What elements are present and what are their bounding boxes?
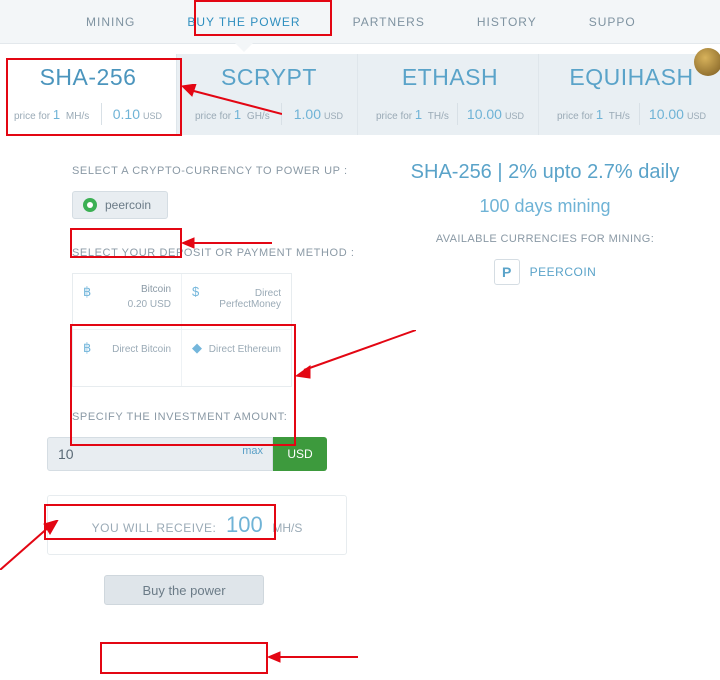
payment-direct-bitcoin[interactable]: ฿ Direct Bitcoin <box>73 330 182 386</box>
algo-card-ethash[interactable]: ETHASH price for 1 TH/s 10.00USD <box>362 54 539 135</box>
summary-subtitle: 100 days mining <box>392 196 698 217</box>
payment-perfectmoney[interactable]: $ Direct PerfectMoney <box>182 274 291 330</box>
algo-tabs: SHA-256 price for 1 MH/s 0.10USD SCRYPT … <box>0 54 720 135</box>
payment-bitcoin[interactable]: ฿ Bitcoin 0.20 USD <box>73 274 182 330</box>
receive-box: YOU WILL RECEIVE: 100 MH/S <box>47 495 347 555</box>
bitcoin-icon: ฿ <box>83 284 91 300</box>
nav-buy-the-power[interactable]: BUY THE POWER <box>161 0 326 43</box>
nav-mining[interactable]: MINING <box>60 0 161 43</box>
label-specify-amount: SPECIFY THE INVESTMENT AMOUNT: <box>72 411 376 423</box>
algo-title: SCRYPT <box>195 64 343 91</box>
crypto-selector[interactable]: peercoin <box>72 191 168 219</box>
top-nav: MINING BUY THE POWER PARTNERS HISTORY SU… <box>0 0 720 44</box>
algo-card-sha256[interactable]: SHA-256 price for 1 MH/s 0.10USD <box>0 54 177 135</box>
right-column: SHA-256 | 2% upto 2.7% daily 100 days mi… <box>382 153 708 605</box>
algo-card-scrypt[interactable]: SCRYPT price for 1 GH/s 1.00USD <box>181 54 358 135</box>
max-link[interactable]: max <box>242 445 263 457</box>
highlight-buy <box>100 642 268 674</box>
amount-unit: USD <box>273 437 327 471</box>
algo-meta: price for 1 MH/s 0.10USD <box>14 103 162 125</box>
label-select-payment: SELECT YOUR DEPOSIT OR PAYMENT METHOD : <box>72 247 376 259</box>
amount-row: max USD <box>47 437 327 471</box>
peercoin-box-icon: P <box>494 259 520 285</box>
buy-power-button[interactable]: Buy the power <box>104 575 264 605</box>
payment-direct-ethereum[interactable]: ◆ Direct Ethereum <box>182 330 291 386</box>
available-coin[interactable]: P PEERCOIN <box>392 259 698 285</box>
available-label: AVAILABLE CURRENCIES FOR MINING: <box>392 233 698 245</box>
arrow-buy <box>268 650 358 667</box>
payment-grid: ฿ Bitcoin 0.20 USD $ Direct PerfectMoney… <box>72 273 292 387</box>
nav-partners[interactable]: PARTNERS <box>327 0 451 43</box>
algo-title: EQUIHASH <box>557 64 706 91</box>
algo-title: SHA-256 <box>14 64 162 91</box>
left-column: SELECT A CRYPTO-CURRENCY TO POWER UP : p… <box>12 153 382 605</box>
label-select-crypto: SELECT A CRYPTO-CURRENCY TO POWER UP : <box>72 165 376 177</box>
crypto-name: peercoin <box>105 198 151 212</box>
peercoin-icon <box>83 198 97 212</box>
ethereum-icon: ◆ <box>192 340 202 356</box>
algo-meta: price for 1 TH/s 10.00USD <box>557 103 706 125</box>
dollar-icon: $ <box>192 284 199 299</box>
algo-card-equihash[interactable]: EQUIHASH price for 1 TH/s 10.00USD <box>543 54 720 135</box>
algo-title: ETHASH <box>376 64 524 91</box>
summary-title: SHA-256 | 2% upto 2.7% daily <box>392 161 698 184</box>
algo-meta: price for 1 TH/s 10.00USD <box>376 103 524 125</box>
nav-support[interactable]: SUPPO <box>563 0 662 43</box>
main-content: SELECT A CRYPTO-CURRENCY TO POWER UP : p… <box>0 153 720 605</box>
algo-meta: price for 1 GH/s 1.00USD <box>195 103 343 125</box>
bitcoin-icon: ฿ <box>83 340 91 356</box>
available-coin-name: PEERCOIN <box>530 265 597 279</box>
amount-input[interactable] <box>47 437 273 471</box>
nav-history[interactable]: HISTORY <box>451 0 563 43</box>
badge-icon <box>694 48 720 76</box>
